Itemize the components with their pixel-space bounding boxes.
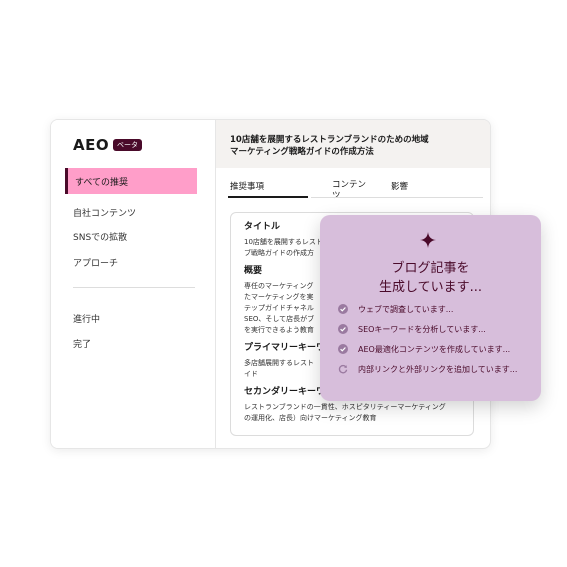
- tab-divider: [311, 197, 483, 198]
- progress-step-text: AEO最適化コンテンツを作成しています...: [358, 345, 511, 354]
- summary-text-line: SEO、そして店長がブ: [244, 315, 315, 323]
- sparkle-icon: [420, 232, 436, 248]
- primary-keyword-heading: プライマリーキーワ: [244, 343, 326, 353]
- sidebar-divider: [73, 287, 195, 288]
- panel-title-line-1: ブログ記事を: [391, 261, 470, 276]
- generation-progress-panel: ブログ記事を 生成しています... ウェブで調査しています... SEOキーワー…: [320, 215, 541, 401]
- summary-text-line: たマーケティングを実: [244, 293, 314, 301]
- beta-badge: ベータ: [113, 139, 142, 151]
- title-text-line: ブ戦略ガイドの作成方: [244, 249, 314, 257]
- tab-impact[interactable]: 影響: [391, 180, 408, 192]
- secondary-keyword-text-line: レストランブランドの一貫性、ホスピタリティーマーケティング: [244, 403, 446, 411]
- summary-text-line: 専任のマーケティング: [244, 282, 314, 290]
- summary-heading: 概要: [244, 266, 263, 276]
- title-heading: タイトル: [244, 222, 281, 232]
- sidebar-item-sns[interactable]: SNSでの拡散: [73, 230, 127, 243]
- check-circle-icon: [338, 344, 348, 354]
- primary-keyword-text-line: 多店舗展開するレスト: [244, 359, 314, 367]
- logo: AEO: [73, 136, 110, 154]
- page-header: 10店舗を展開するレストランブランドのための地域 マーケティング戦略ガイドの作成…: [216, 120, 490, 168]
- tab-recommendations[interactable]: 推奨事項: [230, 180, 264, 192]
- primary-keyword-text-line: イド: [244, 370, 258, 378]
- sidebar-item-all-recommendations[interactable]: すべての推奨: [65, 168, 197, 194]
- active-tab-indicator: [228, 196, 308, 198]
- sidebar-item-in-progress[interactable]: 進行中: [73, 312, 100, 325]
- secondary-keyword-text-line: の運用化、店長）向けマーケティング教育: [244, 414, 377, 422]
- refresh-icon: [338, 364, 348, 374]
- sidebar-item-approach[interactable]: アプローチ: [73, 256, 118, 269]
- progress-step-text: 内部リンクと外部リンクを追加しています...: [358, 365, 518, 374]
- secondary-keyword-heading: セカンダリーキーワ: [244, 387, 326, 397]
- page-title-line-1: 10店舗を展開するレストランブランドのための地域: [230, 135, 429, 145]
- panel-title-line-2: 生成しています...: [378, 280, 482, 295]
- progress-step-text: SEOキーワードを分析しています...: [358, 325, 486, 334]
- sidebar: AEO ベータ すべての推奨 自社コンテンツ SNSでの拡散 アプローチ 進行中…: [51, 120, 216, 448]
- sidebar-item-label: すべての推奨: [75, 178, 129, 188]
- check-circle-icon: [338, 304, 348, 314]
- page-title-line-2: マーケティング戦略ガイドの作成方法: [230, 147, 374, 157]
- summary-text-line: を実行できるよう教育: [244, 326, 314, 334]
- check-circle-icon: [338, 324, 348, 334]
- progress-step-text: ウェブで調査しています...: [358, 305, 454, 314]
- sidebar-item-completed[interactable]: 完了: [73, 337, 91, 350]
- title-text-line: 10店舗を展開するレスト: [244, 238, 323, 246]
- sidebar-item-own-content[interactable]: 自社コンテンツ: [73, 206, 136, 219]
- summary-text-line: テップガイドチャネル: [244, 304, 314, 312]
- tab-content[interactable]: コンテン ツ: [332, 180, 366, 202]
